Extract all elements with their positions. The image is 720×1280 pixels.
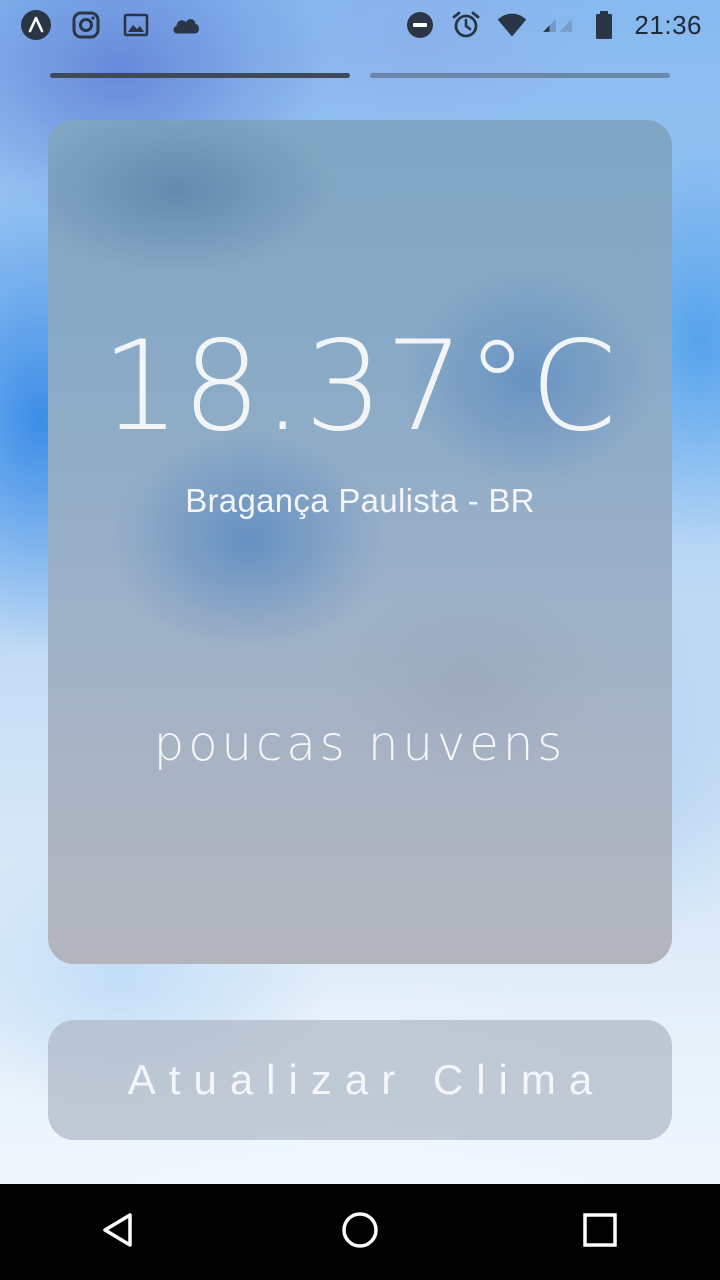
- update-weather-button[interactable]: Atualizar Clima: [48, 1020, 672, 1140]
- status-bar: 21:36: [0, 0, 720, 50]
- update-weather-label: Atualizar Clima: [127, 1056, 606, 1103]
- do-not-disturb-icon: [404, 9, 436, 41]
- status-clock: 21:36: [634, 9, 702, 40]
- notification-icons: [20, 9, 202, 41]
- navigation-bar: [0, 1184, 720, 1280]
- home-button[interactable]: [320, 1192, 400, 1272]
- gallery-icon: [120, 9, 152, 41]
- page-indicator-current[interactable]: [50, 73, 350, 78]
- page-indicator: [50, 73, 670, 79]
- battery-icon: [588, 9, 620, 41]
- page-indicator-next[interactable]: [370, 73, 670, 78]
- home-icon: [340, 1210, 380, 1255]
- back-icon: [100, 1210, 140, 1255]
- back-button[interactable]: [80, 1192, 160, 1272]
- recents-icon: [580, 1210, 620, 1255]
- app-logo-icon: [20, 9, 52, 41]
- weather-description: poucas nuvens: [153, 716, 567, 772]
- cell-signal-icon: [542, 9, 574, 41]
- recents-button[interactable]: [560, 1192, 640, 1272]
- wifi-icon: [496, 9, 528, 41]
- system-icons: 21:36: [404, 9, 702, 41]
- location-label: Bragança Paulista - BR: [185, 482, 535, 519]
- alarm-icon: [450, 9, 482, 41]
- temperature: 18.37°C: [101, 315, 619, 459]
- cloud-icon: [170, 9, 202, 41]
- weather-card: 18.37°C Bragança Paulista - BR poucas nu…: [48, 120, 672, 964]
- instagram-icon: [70, 9, 102, 41]
